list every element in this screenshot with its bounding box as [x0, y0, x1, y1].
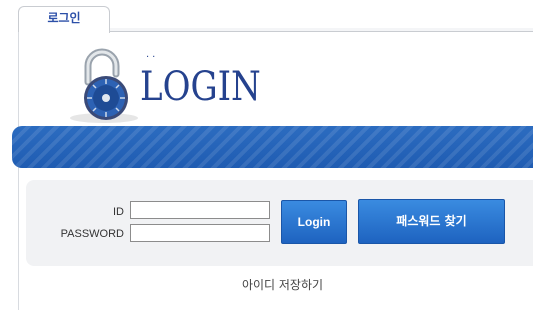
logo-text: LOGIN	[140, 64, 261, 110]
tab-login-label: 로그인	[47, 11, 81, 25]
password-label: PASSWORD	[60, 228, 124, 240]
padlock-icon	[70, 48, 138, 123]
save-id-label[interactable]: 아이디 저장하기	[160, 276, 405, 293]
tab-bar: 로그인	[0, 0, 533, 33]
logo-dots: ··	[146, 52, 159, 63]
password-input[interactable]	[130, 224, 270, 242]
id-label: ID	[113, 206, 124, 218]
login-logo: ·· LOGIN	[60, 48, 280, 128]
tab-bar-underline	[110, 31, 533, 32]
panel-left-border	[18, 32, 19, 310]
id-input[interactable]	[130, 201, 270, 219]
tab-login[interactable]: 로그인	[18, 6, 110, 33]
login-button[interactable]: Login	[281, 200, 347, 244]
header-banner	[12, 126, 533, 168]
find-password-button[interactable]: 패스워드 찾기	[358, 199, 505, 244]
